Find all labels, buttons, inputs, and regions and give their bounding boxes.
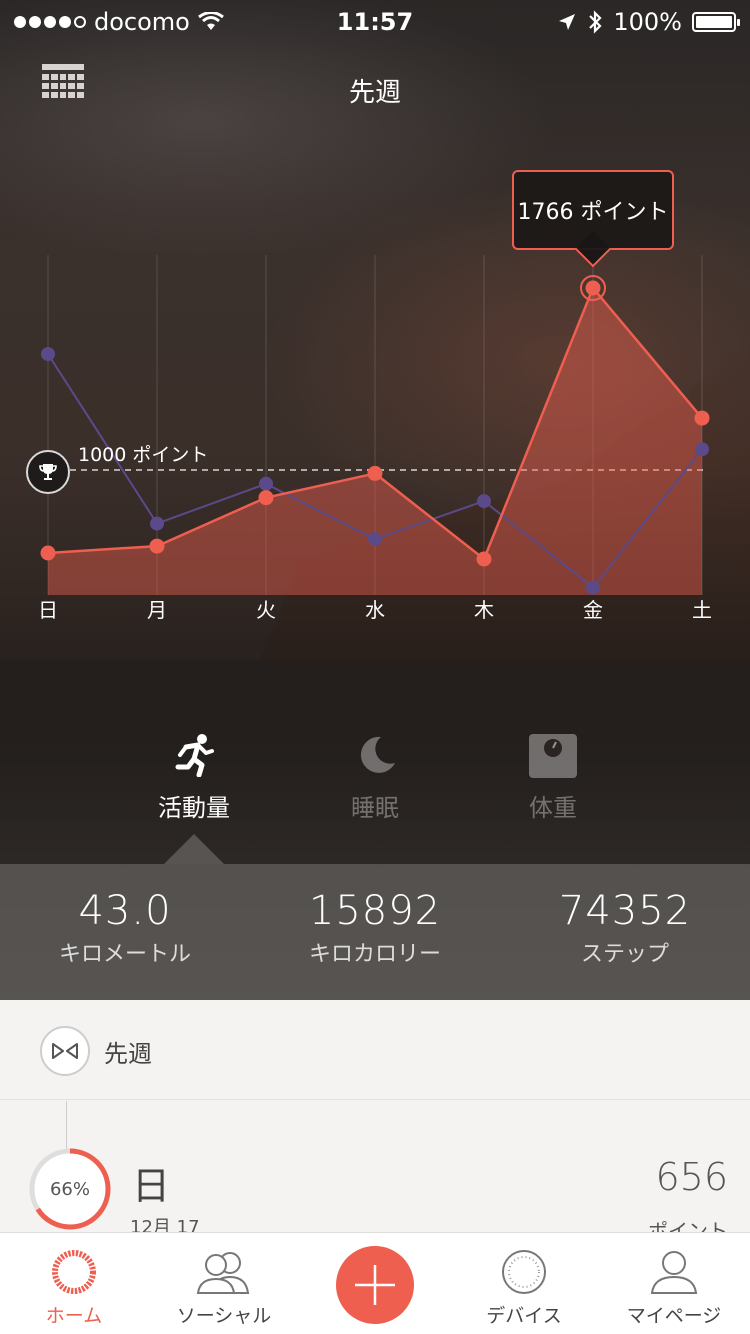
scale-icon	[529, 734, 577, 778]
trophy-icon	[26, 450, 70, 494]
x-label-1: 月	[147, 598, 167, 622]
selected-point-tooltip: 1766 ポイント	[512, 170, 674, 250]
tab-weight[interactable]: 体重	[453, 730, 653, 823]
week-header-label: 先週	[104, 1040, 152, 1068]
x-label-3: 水	[365, 598, 385, 622]
tabbar-social[interactable]: ソーシャル	[149, 1233, 299, 1328]
stat-calories: 15892 キロカロリー	[250, 888, 500, 968]
tooltip-label: 1766 ポイント	[517, 200, 669, 225]
series-1-point-5	[585, 280, 601, 296]
stat-distance: 43.0 キロメートル	[0, 888, 250, 968]
stat-steps: 74352 ステップ	[500, 888, 750, 968]
day-points: 656	[655, 1155, 728, 1199]
page-title: 先週	[348, 78, 401, 108]
device-circle-icon	[502, 1250, 546, 1294]
week-header[interactable]: 先週	[0, 1000, 750, 1100]
tabbar-devices-label: デバイス	[486, 1305, 562, 1327]
series-1-point-3	[367, 465, 383, 481]
stat-calories-unit: キロカロリー	[308, 942, 441, 967]
list-item[interactable]: 66% 日 12月 17 656 ポイント	[0, 1101, 750, 1243]
tabbar-devices[interactable]: デバイス	[449, 1233, 599, 1328]
tab-activity[interactable]: 活動量	[94, 730, 294, 823]
series-2-point-5	[586, 580, 600, 595]
plus-icon	[355, 1265, 395, 1305]
moon-icon	[360, 736, 395, 773]
battery-percent: 100%	[613, 8, 682, 36]
tabbar-social-label: ソーシャル	[176, 1305, 272, 1327]
series-1-point-4	[476, 551, 492, 567]
x-label-4: 木	[474, 598, 494, 622]
series-2-point-2	[259, 476, 273, 491]
day-name: 日	[132, 1164, 171, 1208]
tabbar-home[interactable]: ホーム	[0, 1233, 149, 1328]
home-ring-icon	[52, 1250, 96, 1294]
tabbar-mypage[interactable]: マイページ	[599, 1233, 749, 1328]
tabbar-home-label: ホーム	[45, 1305, 103, 1327]
person-icon	[650, 1251, 698, 1294]
status-bar: docomo 11:57 100%	[0, 0, 750, 40]
status-right: 100%	[557, 8, 740, 36]
summary-stats: 43.0 キロメートル 15892 キロカロリー 74352 ステップ	[0, 864, 750, 1000]
x-label-5: 金	[583, 598, 603, 622]
progress-percent: 66%	[49, 1178, 90, 1200]
x-label-6: 土	[692, 598, 712, 622]
tab-activity-label: 活動量	[158, 794, 230, 822]
people-icon	[196, 1252, 250, 1294]
series-2-point-6	[695, 442, 709, 457]
location-arrow-icon	[559, 14, 576, 30]
battery-icon	[692, 12, 740, 32]
stat-calories-value: 15892	[308, 888, 442, 934]
series-1-point-2	[258, 490, 274, 506]
add-button[interactable]	[336, 1246, 414, 1324]
bowtie-icon	[40, 1026, 90, 1076]
stat-distance-value: 43.0	[78, 888, 172, 934]
active-tab-indicator	[164, 834, 224, 864]
x-label-0: 日	[38, 598, 58, 622]
series-2-point-4	[477, 494, 491, 509]
timeline-line	[66, 1101, 67, 1149]
series-1-point-0	[40, 545, 56, 561]
series-2-point-0	[41, 347, 55, 362]
metric-tabs: 活動量 睡眠 体重	[0, 730, 750, 830]
series-1-point-1	[149, 538, 165, 554]
series-2-point-1	[150, 516, 164, 531]
stat-steps-unit: ステップ	[580, 942, 669, 967]
bluetooth-icon	[589, 10, 602, 34]
series-2-point-3	[368, 532, 382, 547]
x-axis-labels: 日月火水木金土	[0, 594, 750, 624]
tab-sleep-label: 睡眠	[351, 794, 399, 822]
x-label-2: 火	[256, 598, 276, 622]
series-1-point-6	[694, 410, 710, 426]
goal-line-label: 1000 ポイント	[78, 444, 209, 466]
tab-sleep[interactable]: 睡眠	[275, 730, 475, 823]
stat-steps-value: 74352	[558, 888, 692, 934]
running-person-icon	[175, 734, 214, 777]
stat-distance-unit: キロメートル	[58, 942, 191, 967]
tabbar-mypage-label: マイページ	[626, 1305, 722, 1327]
tab-weight-label: 体重	[529, 794, 577, 822]
